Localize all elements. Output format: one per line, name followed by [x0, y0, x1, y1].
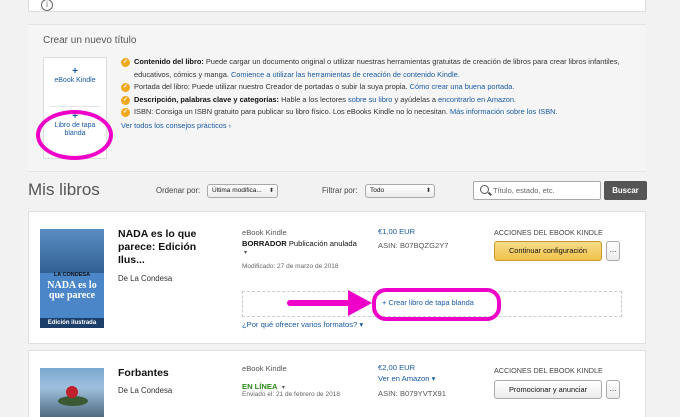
- create-title-heading: Crear un nuevo título: [43, 35, 137, 46]
- actions-header: ACCIONES DEL EBOOK KINDLE: [494, 228, 603, 237]
- tip-text: Consiga un ISBN gratuito para publicar s…: [153, 107, 450, 116]
- tip-link[interactable]: sobre su libro: [348, 95, 392, 104]
- tip-link[interactable]: Cómo crear una buena portada.: [410, 82, 515, 91]
- chevron-down-icon[interactable]: ▾: [244, 249, 247, 256]
- book-date: Enviado el: 21 de febrero de 2018: [242, 391, 340, 398]
- book-asin: ASIN: B07BQZG2Y7: [378, 241, 449, 250]
- divider: [50, 106, 100, 107]
- book-format: eBook Kindle: [242, 228, 287, 237]
- tip-text: Puede utilizar nuestro Creador de portad…: [189, 82, 410, 91]
- highlight-circle: [36, 110, 113, 160]
- check-icon: ✓: [121, 58, 130, 67]
- tip-bold: Descripción, palabras clave y categorías…: [134, 94, 280, 104]
- tip-lead: ISBN:: [134, 107, 154, 116]
- tip-lead: Portada del libro:: [134, 82, 190, 91]
- select-arrows-icon: ⬍: [268, 188, 274, 194]
- why-formats-link[interactable]: ¿Por qué ofrecer varios formatos? ▾: [242, 320, 363, 329]
- book-format: eBook Kindle: [242, 364, 287, 373]
- create-ebook-label: eBook Kindle: [54, 77, 96, 84]
- my-books-heading: Mis libros: [28, 180, 100, 199]
- actions-header: ACCIONES DEL EBOOK KINDLE: [494, 366, 603, 375]
- order-select[interactable]: Última modifica... ⬍: [207, 184, 278, 198]
- promote-button[interactable]: Promocionar y anunciar: [494, 380, 602, 399]
- tip-link[interactable]: encontrarlo en Amazon.: [438, 95, 516, 104]
- cover-title: NADA es lo que parece: [47, 280, 97, 301]
- order-label: Ordenar por:: [156, 186, 201, 195]
- select-arrows-icon: ⬍: [425, 188, 431, 194]
- view-on-amazon-link[interactable]: Ver en Amazon ▾: [378, 374, 435, 383]
- status-detail: Publicación anulada: [286, 239, 357, 248]
- tip-link[interactable]: Comience a utilizar las herramientas de …: [231, 70, 460, 79]
- search-icon: [480, 185, 489, 194]
- continue-setup-button[interactable]: Continuar configuración: [494, 241, 602, 261]
- search-button[interactable]: Buscar: [604, 181, 647, 200]
- book-title[interactable]: Forbantes: [118, 367, 169, 380]
- plus-icon: +: [72, 66, 78, 77]
- book-author: De La Condesa: [118, 386, 173, 395]
- book-price: €1,00 EUR: [378, 227, 416, 236]
- tip-item: ✓ Descripción, palabras clave y categorí…: [121, 94, 626, 107]
- book-asin: ASIN: B079YVTX91: [378, 389, 446, 398]
- create-ebook-button[interactable]: + eBook Kindle: [44, 66, 106, 85]
- filter-value: Todo: [370, 187, 385, 194]
- book-date: Modificado: 27 de marzo de 2018: [242, 263, 339, 270]
- book-author: De La Condesa: [118, 274, 173, 283]
- book-title[interactable]: NADA es lo que parece: Edición Ilus...: [118, 228, 212, 267]
- cover-author: LA CONDESA: [53, 272, 91, 278]
- check-icon: ✓: [121, 95, 130, 105]
- book-status: BORRADOR Publicación anulada: [242, 239, 357, 248]
- highlight-rectangle: [372, 288, 501, 321]
- check-icon: ✓: [121, 83, 130, 92]
- filter-label: Filtrar por:: [322, 186, 358, 195]
- tip-bold: Contenido del libro:: [134, 57, 204, 66]
- book-cover[interactable]: [40, 368, 104, 417]
- tip-item: ✓ ISBN: Consiga un ISBN gratuito para pu…: [121, 106, 626, 119]
- search-placeholder: Título, estado, etc.: [493, 186, 555, 195]
- cover-rose: [66, 386, 78, 398]
- tip-text: Hable a los lectores: [279, 94, 349, 104]
- cover-subtitle: Edición ilustrada: [40, 318, 104, 328]
- all-tips-link[interactable]: Ver todos los consejos prácticos ›: [121, 120, 626, 133]
- tip-item: ✓ Portada del libro: Puede utilizar nues…: [121, 81, 626, 94]
- search-input[interactable]: Título, estado, etc.: [473, 181, 601, 200]
- tip-item: ✓ Contenido del libro: Puede cargar un d…: [121, 56, 626, 81]
- tip-text: y ayúdelas a: [392, 94, 439, 104]
- tip-link[interactable]: Más información sobre los ISBN.: [450, 107, 558, 116]
- check-icon: ✓: [121, 108, 130, 117]
- highlight-arrow-icon: [287, 290, 372, 316]
- more-actions-button[interactable]: ...: [606, 380, 620, 399]
- status-label: EN LÍNEA: [242, 382, 278, 391]
- book-cover[interactable]: LA CONDESA NADA es lo que parece Edición…: [40, 229, 104, 328]
- tips-list: ✓ Contenido del libro: Puede cargar un d…: [121, 56, 626, 132]
- info-icon: i: [41, 0, 53, 11]
- book-price: €2,00 EUR: [378, 363, 416, 372]
- filter-select[interactable]: Todo ⬍: [365, 184, 435, 198]
- more-actions-button[interactable]: ...: [606, 241, 620, 261]
- top-info-panel: i: [28, 0, 646, 12]
- status-label: BORRADOR: [242, 239, 287, 248]
- order-value: Última modifica...: [212, 187, 262, 194]
